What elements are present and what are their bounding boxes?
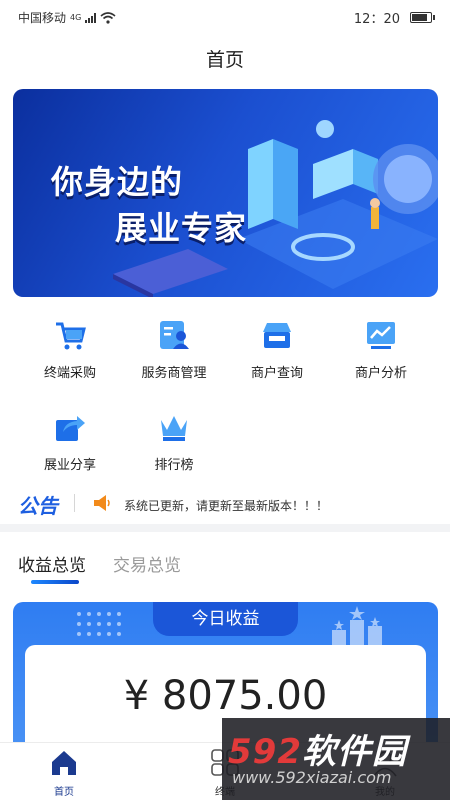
active-tab-indicator [31,580,79,584]
network-type: 4G [70,13,82,22]
earnings-amount: ¥ 8075.00 [123,673,328,719]
banner-headline-2: 展业专家 [115,209,248,247]
carrier-name: 中国移动 [18,11,67,25]
notice-logo: 公告 [18,494,58,518]
grid-item-business-share[interactable]: 展业分享 [20,410,120,473]
grid-item-terminal-purchase[interactable]: 终端采购 [20,318,120,381]
store-icon [263,323,291,348]
cart-icon [56,322,86,350]
notice-bar[interactable]: 公告 系统已更新，请更新至最新版本！！！ [0,488,450,520]
chart-icon [367,322,395,349]
banner-headline-1: 你身边的 [51,163,184,201]
podium-star-decoration [332,606,382,646]
divider [74,494,75,512]
page-title: 首页 [205,49,244,71]
clock: 12：20 [353,12,400,27]
grid-item-merchant-analysis[interactable]: 商户分析 [331,318,431,381]
grid-label: 商户分析 [354,366,407,381]
grid-label: 服务商管理 [141,366,207,381]
grid-label: 商户查询 [250,366,303,381]
tab-earnings-overview[interactable]: 收益总览 [18,551,86,576]
grid-label: 终端采购 [43,366,96,381]
wifi-icon [100,11,116,24]
watermark-number: 592 [228,732,302,772]
nav-label: 首页 [54,787,74,798]
grid-label: 展业分享 [43,458,96,473]
watermark: 592软件园 www.592xiazai.com [222,718,450,800]
watermark-url: www.592xiazai.com [232,768,392,787]
dots-decoration [77,612,121,636]
person-card-icon [160,321,189,349]
watermark-text: 软件园 [301,732,407,772]
crown-icon [161,416,187,441]
grid-item-leaderboard[interactable]: 排行榜 [124,410,224,473]
battery-icon [410,12,435,23]
promo-banner[interactable]: 你身边的 展业专家 [13,89,438,297]
grid-label: 排行榜 [154,458,194,473]
home-icon [52,751,76,775]
share-icon [56,416,85,441]
earnings-card-title: 今日收益 [153,602,298,636]
status-bar: 中国移动 4G 12：20 [0,0,450,32]
section-separator [0,524,450,532]
nav-item-home[interactable]: 首页 [9,749,119,798]
megaphone-icon [94,495,110,511]
signal-icon [85,12,97,23]
grid-item-merchant-query[interactable]: 商户查询 [227,318,327,381]
grid-item-provider-management[interactable]: 服务商管理 [124,318,224,381]
notice-text: 系统已更新，请更新至最新版本！！！ [124,499,329,513]
tab-transaction-overview[interactable]: 交易总览 [113,551,181,576]
